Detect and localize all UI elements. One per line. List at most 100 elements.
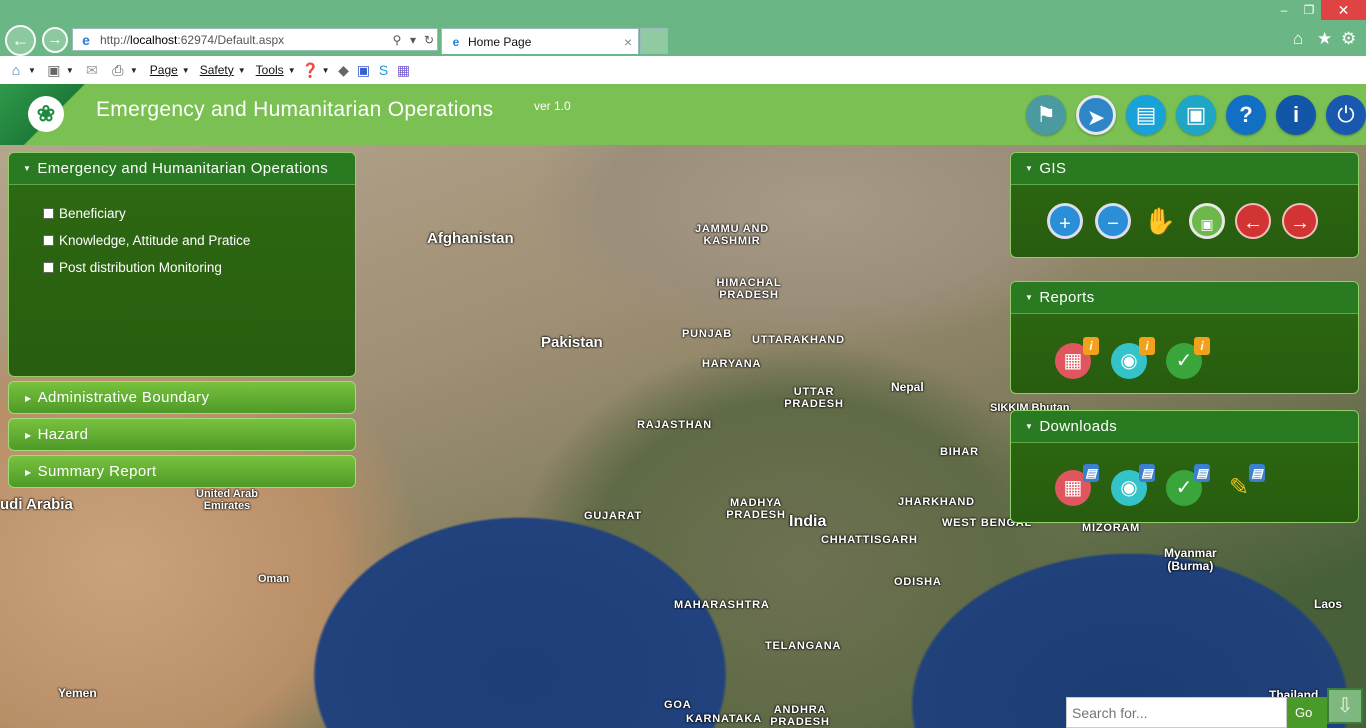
beneficiary-report-icon[interactable]: ▦ i: [1055, 337, 1099, 379]
operations-panel-header[interactable]: ▼ Emergency and Humanitarian Operations: [9, 153, 355, 185]
tab-title: Home Page: [468, 34, 532, 49]
checkbox[interactable]: [43, 235, 54, 246]
map-label: GOA: [664, 699, 692, 711]
page-menu[interactable]: Page ▼: [150, 63, 190, 77]
help-icon[interactable]: ?: [1226, 95, 1266, 135]
info-badge-icon: i: [1139, 337, 1155, 355]
compass-icon[interactable]: ➤: [1076, 95, 1116, 135]
dropdown-icon[interactable]: ▾: [405, 33, 421, 47]
pdm-download-icon[interactable]: ✓ ▤: [1166, 464, 1210, 506]
info-icon[interactable]: i: [1276, 95, 1316, 135]
addon-button-1[interactable]: ◆: [336, 62, 352, 79]
favorites-star-icon[interactable]: ★: [1317, 30, 1332, 48]
monitor-download-icon[interactable]: ▣: [1176, 95, 1216, 135]
zoom-in-icon[interactable]: +: [1047, 203, 1083, 239]
accordion-summary-report[interactable]: ▶ Summary Report: [8, 455, 356, 488]
map-label: ANDHRA PRADESH: [770, 704, 830, 728]
export-data-icon[interactable]: ✎ ▤: [1221, 464, 1265, 506]
downloads-panel-header[interactable]: ▼ Downloads: [1011, 411, 1358, 443]
mail-icon: ✉: [85, 61, 98, 78]
beneficiary-download-icon[interactable]: ▦ ▤: [1055, 464, 1099, 506]
tab-home-page[interactable]: e Home Page ×: [441, 28, 639, 54]
mail-button[interactable]: ✉: [84, 62, 100, 79]
help-menu[interactable]: ❓ ▼: [302, 62, 330, 79]
page-menu-label: Page: [149, 63, 178, 77]
accordion-administrative-boundary[interactable]: ▶ Administrative Boundary: [8, 381, 356, 414]
address-bar[interactable]: e http://localhost:62974/Default.aspx ⚲ …: [72, 28, 438, 51]
logo-block: ❀: [0, 84, 92, 145]
safety-menu[interactable]: Safety ▼: [200, 63, 246, 77]
rss-icon: ▣: [47, 61, 61, 78]
operations-panel-title: Emergency and Humanitarian Operations: [37, 160, 329, 177]
caret-down-icon: ▼: [23, 164, 32, 174]
map-label: Pakistan: [541, 334, 603, 351]
save-badge-icon: ▤: [1194, 464, 1210, 482]
layer-beneficiary[interactable]: Beneficiary: [43, 206, 126, 221]
settings-gear-icon[interactable]: ⚙: [1341, 30, 1356, 48]
ie-logo-icon: e: [452, 34, 460, 49]
search-input[interactable]: [1066, 697, 1287, 728]
ie-logo-icon: e: [82, 31, 90, 48]
scroll-down-arrow-icon[interactable]: ⇩: [1327, 688, 1363, 724]
addon-button-3[interactable]: ▦: [396, 62, 412, 79]
print-menu[interactable]: ⎙ ▼: [110, 62, 138, 79]
kap-download-icon[interactable]: ◉ ▤: [1111, 464, 1155, 506]
checkbox[interactable]: [43, 208, 54, 219]
map-label: BIHAR: [940, 446, 979, 458]
downloads-panel: ▼ Downloads ▦ ▤ ◉ ▤ ✓ ▤ ✎ ▤: [1010, 410, 1359, 523]
map-label: Myanmar (Burma): [1164, 546, 1217, 573]
zoom-out-icon[interactable]: −: [1095, 203, 1131, 239]
caret-down-icon: ▼: [1025, 422, 1034, 432]
new-tab-button[interactable]: [640, 28, 668, 54]
home-icon[interactable]: ⌂: [1293, 30, 1303, 48]
feeds-menu[interactable]: ▣ ▼: [46, 62, 74, 79]
minimize-button[interactable]: –: [1271, 0, 1297, 20]
full-extent-icon[interactable]: ▣: [1189, 203, 1225, 239]
back-arrow-icon[interactable]: ←: [1235, 203, 1271, 239]
map-label: MIZORAM: [1082, 522, 1141, 534]
address-url[interactable]: http://localhost:62974/Default.aspx: [100, 33, 389, 47]
search-go-button[interactable]: Go: [1287, 697, 1327, 728]
layer-pdm[interactable]: Post distribution Monitoring: [43, 260, 222, 275]
addon-button-2[interactable]: ▣: [356, 62, 372, 79]
home-icon: ⌂: [11, 62, 21, 78]
layer-label: Beneficiary: [59, 206, 126, 221]
downloads-panel-title: Downloads: [1039, 418, 1118, 435]
reports-panel-title: Reports: [1039, 289, 1095, 306]
map-label: United Arab Emirates: [196, 488, 258, 512]
skype-button[interactable]: S: [376, 62, 392, 78]
back-button[interactable]: ←: [5, 25, 36, 56]
pan-hand-icon[interactable]: ✋: [1142, 203, 1178, 239]
search-icon[interactable]: ⚲: [389, 33, 405, 47]
map-label: PUNJAB: [682, 328, 733, 340]
document-icon[interactable]: ▤: [1126, 95, 1166, 135]
power-icon[interactable]: ⏻: [1326, 95, 1366, 135]
gis-panel-title: GIS: [1039, 160, 1067, 177]
gis-panel-header[interactable]: ▼ GIS: [1011, 153, 1358, 185]
app-header: ❀ Emergency and Humanitarian Operations …: [0, 84, 1366, 145]
accordion-label: Hazard: [37, 426, 89, 443]
save-badge-icon: ▤: [1083, 464, 1099, 482]
close-tab-icon[interactable]: ×: [624, 34, 638, 50]
map-label: HIMACHAL PRADESH: [716, 277, 782, 301]
home-menu[interactable]: ⌂ ▼: [8, 62, 36, 78]
caret-right-icon: ▶: [25, 467, 32, 477]
toolbox-icon: ▦: [396, 61, 411, 78]
close-window-button[interactable]: ✕: [1321, 0, 1366, 20]
kap-report-icon[interactable]: ◉ i: [1111, 337, 1155, 379]
map-icon[interactable]: ⚑: [1026, 95, 1066, 135]
forward-button[interactable]: →: [42, 27, 68, 53]
map-label: UTTARAKHAND: [752, 334, 845, 346]
refresh-icon[interactable]: ↻: [421, 33, 437, 47]
reports-panel-header[interactable]: ▼ Reports: [1011, 282, 1358, 314]
tools-menu[interactable]: Tools ▼: [256, 63, 296, 77]
checkbox[interactable]: [43, 262, 54, 273]
layer-kap[interactable]: Knowledge, Attitude and Pratice: [43, 233, 250, 248]
maximize-button[interactable]: ❐: [1297, 0, 1321, 20]
pdm-report-icon[interactable]: ✓ i: [1166, 337, 1210, 379]
accordion-label: Summary Report: [37, 463, 157, 480]
map-label: TELANGANA: [765, 640, 842, 652]
forward-arrow-icon[interactable]: →: [1282, 203, 1318, 239]
caret-right-icon: ▶: [25, 430, 32, 440]
accordion-hazard[interactable]: ▶ Hazard: [8, 418, 356, 451]
